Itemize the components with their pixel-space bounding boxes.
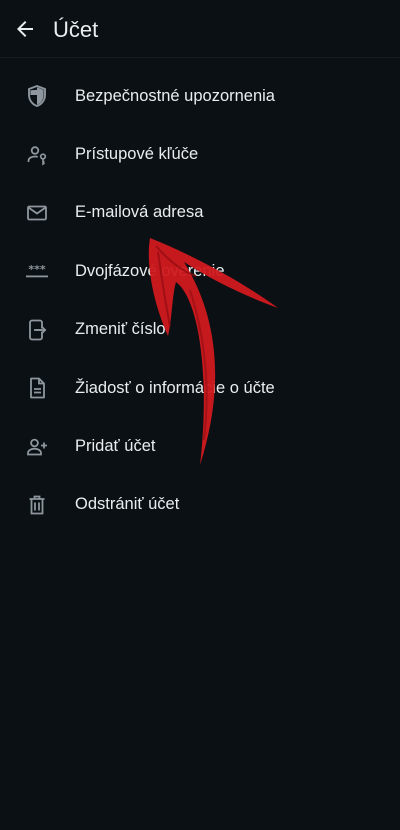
trash-icon	[25, 493, 49, 517]
account-settings-list: Bezpečnostné upozornenia Prístupové kľúč…	[0, 67, 400, 534]
menu-item-passkeys[interactable]: Prístupové kľúče	[0, 125, 400, 183]
menu-item-two-step-verification[interactable]: *** Dvojfázové overenie	[0, 242, 400, 300]
asterisks-icon: ***	[25, 259, 49, 283]
page-title: Účet	[53, 17, 99, 42]
menu-item-change-number[interactable]: Zmeniť číslo	[0, 301, 400, 359]
shield-icon	[25, 84, 49, 108]
menu-item-label: Odstrániť účet	[75, 495, 180, 514]
menu-item-label: Prístupové kľúče	[75, 145, 199, 164]
svg-text:***: ***	[28, 263, 46, 276]
menu-item-security-notifications[interactable]: Bezpečnostné upozornenia	[0, 67, 400, 125]
envelope-icon	[25, 201, 49, 225]
app-bar: Účet	[0, 0, 400, 58]
menu-item-request-account-info[interactable]: Žiadosť o informácie o účte	[0, 359, 400, 417]
menu-item-delete-account[interactable]: Odstrániť účet	[0, 476, 400, 534]
back-button[interactable]	[10, 14, 40, 44]
arrow-left-icon	[17, 21, 33, 37]
add-user-icon	[25, 435, 49, 459]
phone-transfer-icon	[25, 318, 49, 342]
menu-item-label: Zmeniť číslo	[75, 320, 166, 339]
document-icon	[25, 376, 49, 400]
menu-item-label: Dvojfázové overenie	[75, 261, 225, 280]
menu-item-email-address[interactable]: E-mailová adresa	[0, 184, 400, 242]
passkey-icon	[25, 143, 49, 167]
menu-item-label: Bezpečnostné upozornenia	[75, 86, 275, 105]
menu-item-label: Žiadosť o informácie o účte	[75, 378, 275, 397]
menu-item-label: E-mailová adresa	[75, 203, 204, 222]
menu-item-label: Pridať účet	[75, 437, 156, 456]
menu-item-add-account[interactable]: Pridať účet	[0, 417, 400, 475]
